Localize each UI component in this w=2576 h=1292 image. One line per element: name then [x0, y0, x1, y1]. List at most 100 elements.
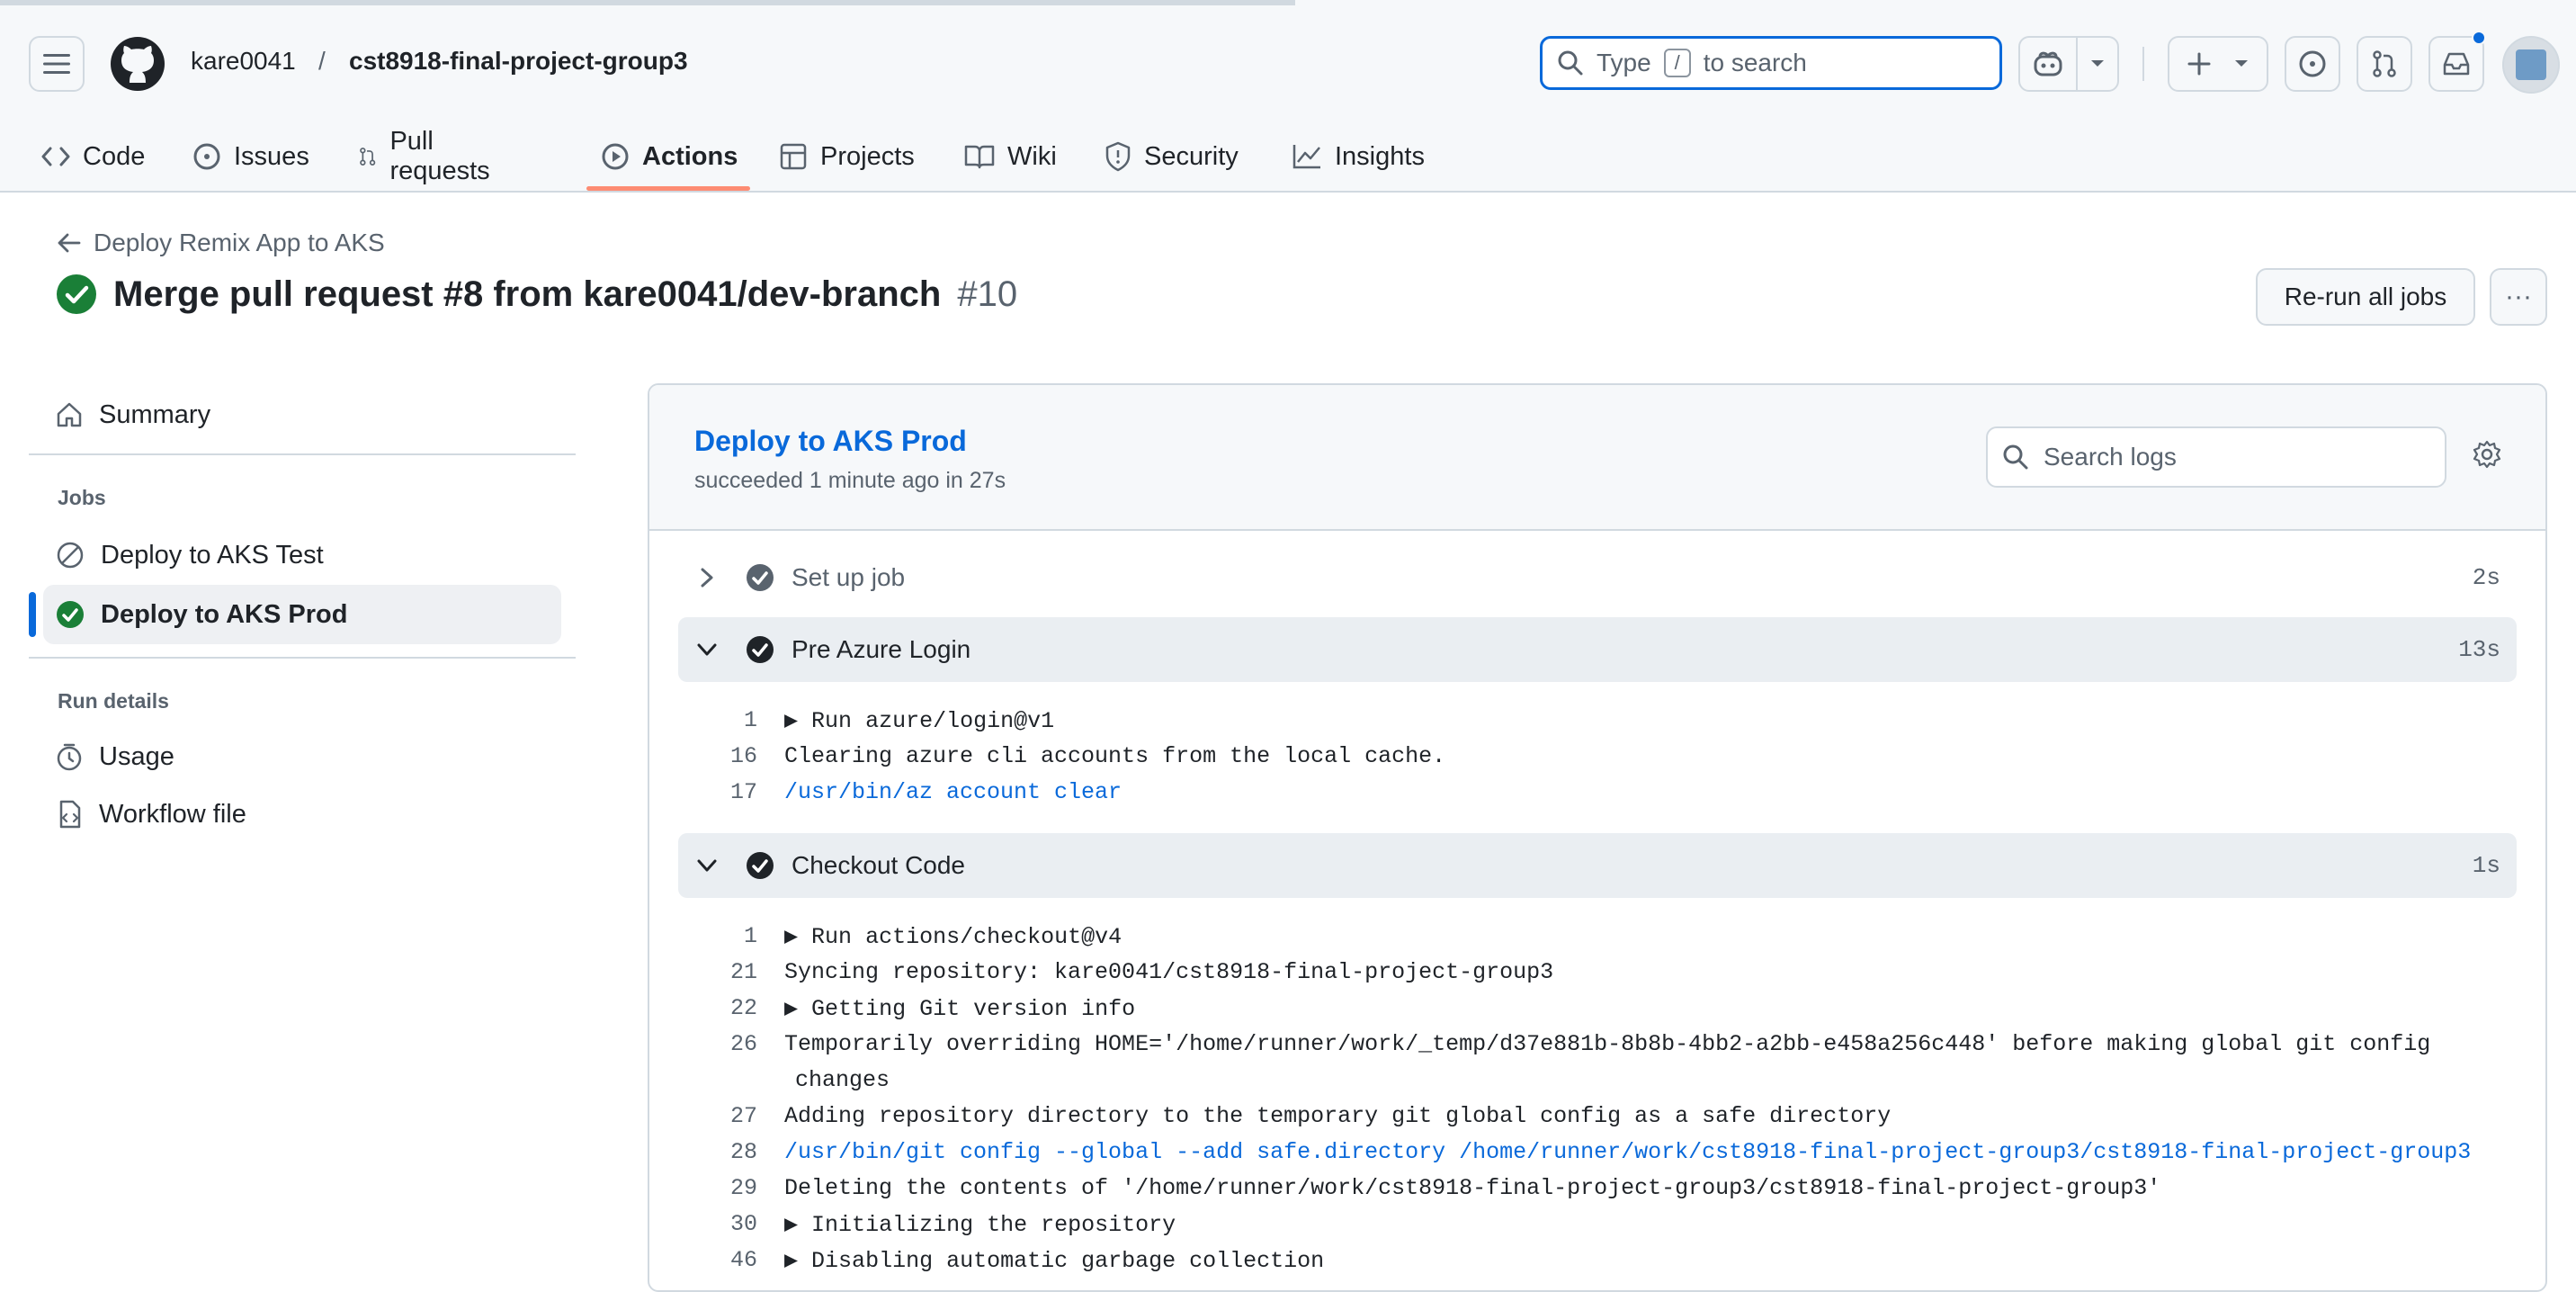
chevron-down-icon[interactable] [2090, 59, 2105, 68]
active-tab-indicator [586, 186, 750, 191]
sidebar-item-usage[interactable]: Usage [43, 727, 561, 786]
step-name: Checkout Code [792, 851, 966, 879]
tab-pull-requests[interactable]: Pull requests [358, 122, 497, 191]
code-icon [41, 147, 70, 166]
pull-requests-button[interactable] [2357, 36, 2412, 92]
sidebar-divider [29, 657, 576, 659]
more-options-button[interactable]: ··· [2490, 268, 2547, 326]
log-line-text: Syncing repository: kare0041/cst8918-fin… [784, 958, 1554, 985]
run-title-row: Merge pull request #8 from kare0041/dev-… [56, 274, 1017, 315]
graph-icon [1292, 145, 1320, 169]
header-divider [2142, 47, 2144, 81]
step-success-icon [736, 851, 784, 880]
hamburger-icon [43, 54, 70, 74]
copilot-icon [2034, 51, 2062, 76]
rerun-all-jobs-button[interactable]: Re-run all jobs [2256, 268, 2475, 326]
tab-issues[interactable]: Issues [192, 122, 309, 191]
selected-indicator [29, 592, 36, 637]
step-pre-azure-login[interactable]: Pre Azure Login 13s [678, 617, 2517, 682]
log-line-number: 29 [729, 1174, 757, 1201]
pull-request-icon [360, 148, 376, 166]
log-line-number: 26 [729, 1030, 757, 1057]
log-line-continuation: changes [795, 1066, 890, 1093]
log-line-text: ▶ Getting Git version info [784, 995, 1136, 1022]
table-icon [780, 143, 807, 170]
tab-code[interactable]: Code [41, 122, 145, 191]
global-header: kare0041 / cst8918-final-project-group3 … [0, 0, 2576, 193]
search-suffix: to search [1703, 49, 1807, 76]
tab-actions-label: Actions [642, 141, 738, 171]
log-line-text: Temporarily overriding HOME='/home/runne… [784, 1030, 2431, 1057]
tab-issues-label: Issues [234, 141, 309, 171]
back-to-workflow-link[interactable]: Deploy Remix App to AKS [58, 229, 385, 257]
home-icon [57, 402, 82, 427]
copilot-button[interactable] [2018, 36, 2119, 92]
search-logs-input[interactable]: Search logs [1986, 426, 2446, 488]
log-line: 28/usr/bin/git config --global --add saf… [703, 1134, 2471, 1170]
tab-security[interactable]: Security [1105, 122, 1239, 191]
shield-icon [1105, 141, 1131, 172]
chevron-right-icon [678, 567, 736, 588]
tab-wiki[interactable]: Wiki [964, 122, 1057, 191]
chevron-down-icon [678, 858, 736, 873]
menu-button[interactable] [29, 36, 85, 92]
github-logo-icon[interactable] [110, 36, 165, 92]
tab-actions[interactable]: Actions [601, 122, 738, 191]
tab-projects[interactable]: Projects [779, 122, 915, 191]
log-line[interactable]: 1 ▶ Run actions/checkout@v4 [703, 918, 1122, 954]
step-name: Pre Azure Login [792, 635, 971, 663]
issues-button[interactable] [2285, 36, 2340, 92]
avatar[interactable] [2502, 36, 2560, 94]
log-line-number: 27 [729, 1102, 757, 1129]
log-line[interactable]: 30 ▶ Initializing the repository [703, 1206, 1176, 1242]
job-status-text: succeeded 1 minute ago in 27s [694, 468, 1006, 493]
sidebar-item-summary[interactable]: Summary [43, 385, 561, 444]
sidebar-item-label: Workflow file [99, 799, 246, 829]
step-success-icon [736, 635, 784, 664]
sidebar-heading-jobs: Jobs [58, 486, 106, 509]
log-line-text: Deleting the contents of '/home/runner/w… [784, 1174, 2161, 1201]
log-line: 27 Adding repository directory to the tem… [703, 1098, 1891, 1134]
sidebar-item-label: Usage [99, 741, 174, 771]
log-line-text: ▶ Run azure/login@v1 [784, 707, 1055, 734]
tab-projects-label: Projects [820, 141, 915, 171]
job-title[interactable]: Deploy to AKS Prod [694, 425, 967, 458]
log-line-text: Adding repository directory to the tempo… [784, 1102, 1892, 1129]
success-check-icon [57, 601, 84, 628]
repo-owner-link[interactable]: kare0041 [191, 47, 296, 76]
plus-icon [2187, 52, 2211, 76]
sidebar-item-job-prod[interactable]: Deploy to AKS Prod [43, 585, 561, 644]
sidebar-item-workflow-file[interactable]: Workflow file [43, 785, 561, 844]
sidebar-item-job-test[interactable]: Deploy to AKS Test [43, 525, 561, 585]
step-checkout-code[interactable]: Checkout Code 1s [678, 833, 2517, 898]
issue-icon [193, 143, 220, 170]
create-new-button[interactable] [2168, 36, 2268, 92]
log-line: 16 Clearing azure cli accounts from the l… [703, 738, 1445, 774]
search-input[interactable]: Type / to search [1540, 36, 2002, 90]
log-line[interactable]: 46 ▶ Disabling automatic garbage collecti… [703, 1242, 1324, 1278]
sidebar-item-label: Deploy to AKS Prod [101, 599, 348, 629]
pull-request-icon [2373, 50, 2396, 77]
repo-name-link[interactable]: cst8918-final-project-group3 [349, 47, 688, 76]
gear-icon[interactable] [2472, 439, 2502, 470]
sidebar-divider [29, 453, 576, 455]
log-line-number: 16 [729, 742, 757, 769]
log-line-text: ▶ Initializing the repository [784, 1211, 1176, 1238]
log-line[interactable]: 1 ▶ Run azure/login@v1 [703, 702, 1054, 738]
log-line[interactable]: 22 ▶ Getting Git version info [703, 990, 1135, 1026]
tab-insights[interactable]: Insights [1292, 122, 1425, 191]
stopwatch-icon [57, 743, 82, 771]
chevron-down-icon [678, 642, 736, 657]
tab-security-label: Security [1144, 141, 1239, 171]
step-set-up-job[interactable]: Set up job 2s [678, 545, 2517, 610]
tab-code-label: Code [83, 141, 146, 171]
step-duration: 1s [2472, 852, 2500, 879]
tab-wiki-label: Wiki [1007, 141, 1057, 171]
log-line-command: /usr/bin/git config --global --add safe.… [784, 1138, 2472, 1165]
log-line-number: 28 [729, 1138, 757, 1165]
inbox-icon [2443, 52, 2470, 76]
log-line-number: 17 [729, 778, 757, 805]
log-line: 26 Temporarily overriding HOME='/home/run… [703, 1026, 2430, 1062]
page-title: Merge pull request #8 from kare0041/dev-… [113, 274, 942, 314]
log-line-number: 1 [743, 922, 757, 949]
